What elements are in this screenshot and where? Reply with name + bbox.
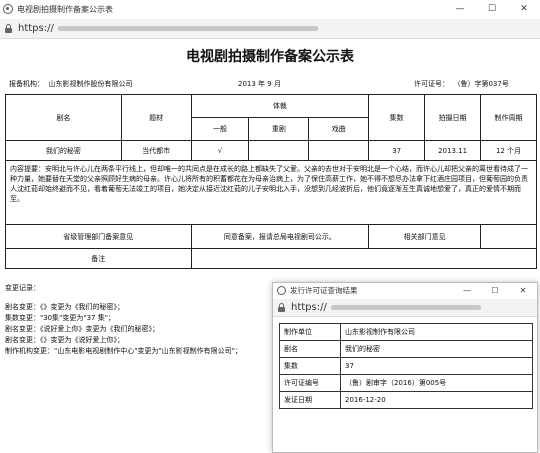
dept-value	[480, 224, 537, 249]
popup-controls: — ☐ ✕	[453, 283, 537, 297]
info-value: （鲁）剧审字（2016）第005号	[340, 374, 533, 392]
close-button[interactable]: ✕	[508, 0, 540, 18]
info-value: 2016-12-20	[340, 391, 533, 409]
opinion-value: 同意备案，报请总局电视剧司公示。	[190, 224, 370, 249]
browser-app-icon	[3, 4, 13, 14]
cell-opera	[308, 140, 370, 161]
header-name: 剧名	[5, 94, 122, 141]
header-episodes: 集数	[368, 94, 426, 141]
popup-close-button[interactable]: ✕	[509, 283, 537, 297]
record-table: 剧名 题材 体裁 集数 拍摄日期 制作周期 一般 重剧 戏曲 我们的秘密 当代都…	[5, 94, 538, 269]
info-value: 我们的秘密	[340, 340, 533, 358]
table-row: 制作单位 山东影视制作有限公司	[279, 323, 533, 341]
url-redacted	[57, 26, 318, 31]
header-genre: 题材	[120, 94, 192, 141]
list-item: 剧名变更：《》变更为《我们的秘密》；	[5, 303, 124, 311]
info-key: 发证日期	[279, 391, 341, 409]
info-value: 山东影视制作有限公司	[340, 323, 533, 341]
list-item: 剧名变更：《》变更为《说好爱上你》；	[5, 336, 124, 344]
lock-icon	[277, 303, 286, 312]
opinion-label: 省级管理部门备案意见	[5, 224, 192, 249]
header-major: 重剧	[248, 117, 310, 141]
header-opera: 戏曲	[308, 117, 370, 141]
window-titlebar: 电视剧拍摄制作备案公示表 — ☐ ✕	[0, 0, 540, 18]
popup-minimize-button[interactable]: —	[453, 283, 481, 297]
license-info: 许可证号： （鲁）字第037号	[414, 79, 509, 89]
header-period: 制作周期	[480, 94, 537, 141]
popup-address-bar[interactable]: https://	[273, 299, 537, 317]
license-query-popup[interactable]: 发行许可证查询结果 — ☐ ✕ https:// 制作单位 山东影视制作有限公司…	[272, 282, 538, 453]
table-row: 许可证编号 （鲁）剧审字（2016）第005号	[279, 374, 533, 392]
lock-icon	[4, 24, 13, 33]
minimize-button[interactable]: —	[444, 0, 476, 18]
info-value: 37	[340, 357, 533, 375]
table-row: 发证日期 2016-12-20	[279, 391, 533, 409]
table-row: 集数 37	[279, 357, 533, 375]
cell-episodes: 37	[368, 140, 426, 161]
cell-general: √	[190, 140, 250, 161]
header-date: 拍摄日期	[424, 94, 482, 141]
cell-major	[248, 140, 310, 161]
list-item: 剧名变更：《说好爱上你》变更为《我们的秘密》；	[5, 325, 159, 333]
browser-app-icon	[277, 285, 286, 295]
window-title: 电视剧拍摄制作备案公示表	[17, 4, 113, 14]
content-summary: 内容提要：安明北与许心儿在两条平行线上，但却唯一的共同点是在成长的路上都缺失了父…	[5, 160, 537, 225]
popup-titlebar: 发行许可证查询结果 — ☐ ✕	[273, 283, 537, 297]
cell-period: 12 个月	[480, 140, 537, 161]
table-row: 我们的秘密 当代都市 √ 37 2013.11 12 个月	[5, 140, 537, 161]
window-controls: — ☐ ✕	[444, 0, 540, 18]
cell-genre: 当代都市	[120, 140, 192, 161]
cell-name: 我们的秘密	[5, 140, 122, 161]
change-log: 变更记录： 剧名变更：《》变更为《我们的秘密》； 集数变更："30集"变更为"3…	[5, 283, 242, 357]
header-general: 一般	[190, 117, 250, 141]
list-item: 集数变更："30集"变更为"37 集"；	[5, 314, 115, 322]
page-title: 电视剧拍摄制作备案公示表	[186, 49, 354, 65]
maximize-button[interactable]: ☐	[476, 0, 508, 18]
cell-date: 2013.11	[424, 140, 482, 161]
popup-title: 发行许可证查询结果	[290, 285, 358, 295]
license-info-table: 制作单位 山东影视制作有限公司 剧名 我们的秘密 集数 37 许可证编号 （鲁）…	[279, 323, 533, 409]
table-row: 剧名 我们的秘密	[279, 340, 533, 358]
popup-url-scheme: https://	[291, 302, 327, 313]
dept-label: 相关部门意见	[368, 224, 482, 249]
record-date: 2013 年 9 月	[238, 80, 281, 88]
popup-maximize-button[interactable]: ☐	[481, 283, 509, 297]
url-redacted	[330, 305, 481, 310]
notes-value	[190, 248, 538, 269]
info-key: 集数	[279, 357, 341, 375]
info-key: 剧名	[279, 340, 341, 358]
license-label: 许可证号：	[414, 80, 449, 88]
notes-label: 备注	[5, 248, 192, 269]
info-key: 制作单位	[279, 323, 341, 341]
license-value: （鲁）字第037号	[453, 80, 509, 88]
change-log-heading: 变更记录：	[5, 284, 40, 292]
url-scheme: https://	[18, 23, 54, 34]
list-item: 制作机构变更："山东电影电视剧制作中心"变更为"山东影视制作有限公司"；	[5, 347, 242, 355]
org-label: 报备机构：	[9, 80, 44, 88]
address-bar[interactable]: https://	[0, 19, 540, 39]
org-info: 报备机构： 山东影视制作股份有限公司	[9, 79, 132, 89]
org-value: 山东影视制作股份有限公司	[48, 80, 133, 88]
header-theme: 体裁	[190, 94, 370, 118]
info-key: 许可证编号	[279, 374, 341, 392]
